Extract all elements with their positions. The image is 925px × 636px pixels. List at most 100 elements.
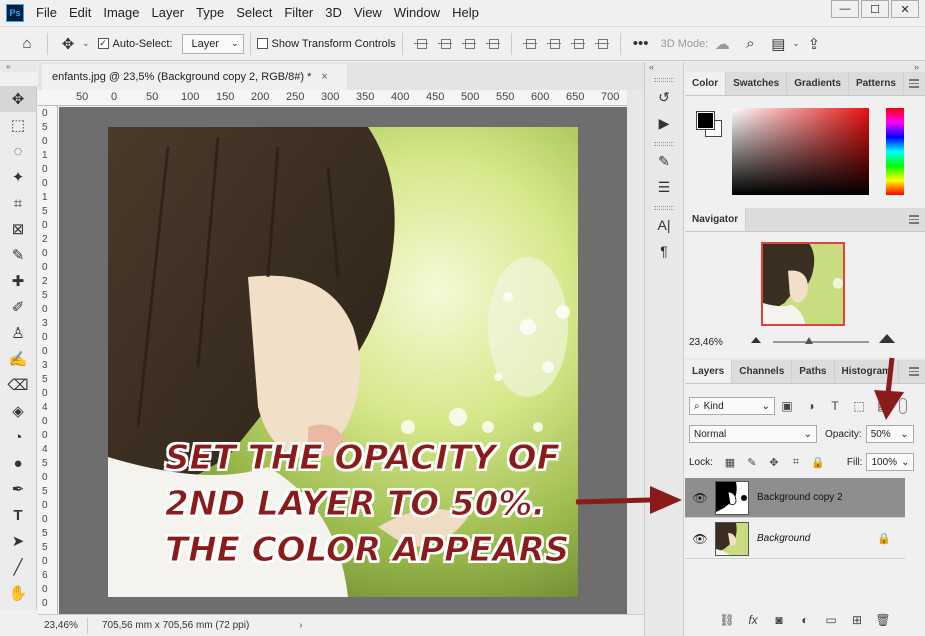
crop-tool-icon[interactable]: ⌗ xyxy=(0,190,36,216)
move-tool-preset-icon[interactable]: ✥ xyxy=(57,33,79,55)
chevron-down-icon[interactable]: ⌄ xyxy=(82,38,90,49)
brush-settings-icon[interactable]: ✎ xyxy=(645,148,683,174)
menu-image[interactable]: Image xyxy=(99,5,147,20)
document-tab[interactable]: enfants.jpg @ 23,5% (Background copy 2, … xyxy=(42,64,347,90)
tab-paths[interactable]: Paths xyxy=(792,360,835,383)
search-icon[interactable]: ⌕ xyxy=(739,33,761,55)
layer-thumbnail[interactable] xyxy=(715,480,749,515)
lasso-tool-icon[interactable]: ◌ xyxy=(0,138,36,164)
paint-bucket-tool-icon[interactable]: ◈ xyxy=(0,398,36,424)
healing-brush-tool-icon[interactable]: ✚ xyxy=(0,268,36,294)
menu-3d[interactable]: 3D xyxy=(321,5,350,20)
lock-position-icon[interactable]: ✥ xyxy=(767,455,781,469)
lock-transparent-icon[interactable]: ▦ xyxy=(723,455,737,469)
menu-window[interactable]: Window xyxy=(390,5,448,20)
link-layers-icon[interactable]: ⛓ xyxy=(719,612,735,628)
hue-slider[interactable] xyxy=(886,108,904,195)
move-tool-icon[interactable]: ✥ xyxy=(0,86,36,112)
tab-navigator[interactable]: Navigator xyxy=(685,208,747,231)
frame-tool-icon[interactable]: ⊠ xyxy=(0,216,36,242)
magic-wand-tool-icon[interactable]: ✦ xyxy=(0,164,36,190)
opacity-input[interactable]: 50% ⌄ xyxy=(865,425,914,443)
menu-view[interactable]: View xyxy=(350,5,390,20)
tab-layers[interactable]: Layers xyxy=(685,360,733,383)
eye-icon[interactable]: 👁 xyxy=(685,532,715,546)
align-middle-icon[interactable] xyxy=(546,37,561,51)
type-filter-icon[interactable]: T xyxy=(828,399,842,413)
lock-artboard-icon[interactable]: ⌗ xyxy=(789,455,803,469)
close-window-button[interactable]: ✕ xyxy=(891,0,919,18)
panel-menu-icon[interactable] xyxy=(909,215,919,224)
show-transform-checkbox[interactable] xyxy=(256,38,268,49)
marquee-tool-icon[interactable]: ⬚ xyxy=(0,112,36,138)
layer-name[interactable]: Background copy 2 xyxy=(757,492,843,503)
dock-collapse[interactable]: « xyxy=(645,62,683,72)
tab-channels[interactable]: Channels xyxy=(732,360,793,383)
blend-mode-dropdown[interactable]: Normal ⌄ xyxy=(689,425,817,443)
share-icon[interactable]: ⇪ xyxy=(803,33,825,55)
panel-menu-icon[interactable] xyxy=(909,79,919,88)
vertical-scrollbar[interactable] xyxy=(627,90,644,614)
adjustment-sliders-icon[interactable]: ☰ xyxy=(645,174,683,200)
blur-tool-icon[interactable]: ◔ xyxy=(0,424,36,450)
chevron-down-icon[interactable]: ⌄ xyxy=(792,38,800,49)
menu-filter[interactable]: Filter xyxy=(280,5,321,20)
menu-file[interactable]: File xyxy=(32,5,65,20)
chevron-down-icon[interactable]: ⌄ xyxy=(900,429,908,440)
lock-all-icon[interactable]: 🔒 xyxy=(811,455,825,469)
workspace-icon[interactable]: ▤ xyxy=(767,33,789,55)
menu-edit[interactable]: Edit xyxy=(65,5,99,20)
shape-filter-icon[interactable]: ⬚ xyxy=(852,399,866,413)
align-center-icon[interactable] xyxy=(437,37,452,51)
zoom-out-icon[interactable] xyxy=(751,337,761,343)
layer-row-background-copy-2[interactable]: 👁 Background copy 2 xyxy=(685,478,905,518)
add-mask-icon[interactable]: ◙ xyxy=(771,612,787,628)
play-actions-icon[interactable]: ▶ xyxy=(645,110,683,136)
tab-color[interactable]: Color xyxy=(685,72,727,95)
hand-tool-icon[interactable]: ✋ xyxy=(0,580,36,606)
layer-name[interactable]: Background xyxy=(757,533,810,544)
menu-select[interactable]: Select xyxy=(232,5,280,20)
history-icon[interactable]: ↺ xyxy=(645,84,683,110)
menu-layer[interactable]: Layer xyxy=(148,5,193,20)
home-icon[interactable]: ⌂ xyxy=(16,33,38,55)
layer-row-background[interactable]: 👁 Background 🔒 xyxy=(685,519,905,559)
auto-select-checkbox[interactable]: ✓ xyxy=(97,38,109,49)
align-bottom-icon[interactable] xyxy=(570,37,585,51)
auto-select-target-dropdown[interactable]: Layer ⌄ xyxy=(182,33,244,54)
eye-icon[interactable]: 👁 xyxy=(685,491,715,505)
eyedropper-tool-icon[interactable]: ✎ xyxy=(0,242,36,268)
more-options-icon[interactable]: ••• xyxy=(630,33,652,55)
chevron-down-icon[interactable]: ⌄ xyxy=(901,457,909,468)
paragraph-icon[interactable]: ¶ xyxy=(645,238,683,264)
distribute-vertical-icon[interactable] xyxy=(485,37,500,51)
menu-type[interactable]: Type xyxy=(192,5,232,20)
navigator-zoom-slider[interactable] xyxy=(773,341,869,343)
line-tool-icon[interactable]: ╱ xyxy=(0,554,36,580)
tab-patterns[interactable]: Patterns xyxy=(849,72,904,95)
path-selection-tool-icon[interactable]: ➤ xyxy=(0,528,36,554)
adjustment-filter-icon[interactable]: ◑ xyxy=(804,399,818,413)
align-right-icon[interactable] xyxy=(461,37,476,51)
lock-image-icon[interactable]: ✎ xyxy=(745,455,759,469)
zoom-level-field[interactable]: 23,46% xyxy=(38,617,88,634)
pen-tool-icon[interactable]: ✒ xyxy=(0,476,36,502)
grip[interactable] xyxy=(654,142,674,146)
new-group-icon[interactable]: ▭ xyxy=(823,612,839,628)
clone-stamp-tool-icon[interactable]: ♙ xyxy=(0,320,36,346)
brush-tool-icon[interactable]: ✐ xyxy=(0,294,36,320)
tools-panel-collapse[interactable]: » xyxy=(0,62,37,72)
eraser-tool-icon[interactable]: ⌫ xyxy=(0,372,36,398)
dodge-tool-icon[interactable]: ● xyxy=(0,450,36,476)
maximize-button[interactable]: ☐ xyxy=(861,0,889,18)
close-icon[interactable]: × xyxy=(321,71,327,83)
align-top-icon[interactable] xyxy=(522,37,537,51)
grip[interactable] xyxy=(654,206,674,210)
layer-thumbnail[interactable] xyxy=(715,521,749,556)
tab-swatches[interactable]: Swatches xyxy=(726,72,788,95)
slider-knob[interactable] xyxy=(805,337,813,344)
history-brush-tool-icon[interactable]: ✍ xyxy=(0,346,36,372)
layer-style-icon[interactable]: fx xyxy=(745,612,761,628)
navigator-zoom-value[interactable]: 23,46% xyxy=(689,337,739,348)
delete-layer-icon[interactable]: 🗑 xyxy=(875,612,891,628)
